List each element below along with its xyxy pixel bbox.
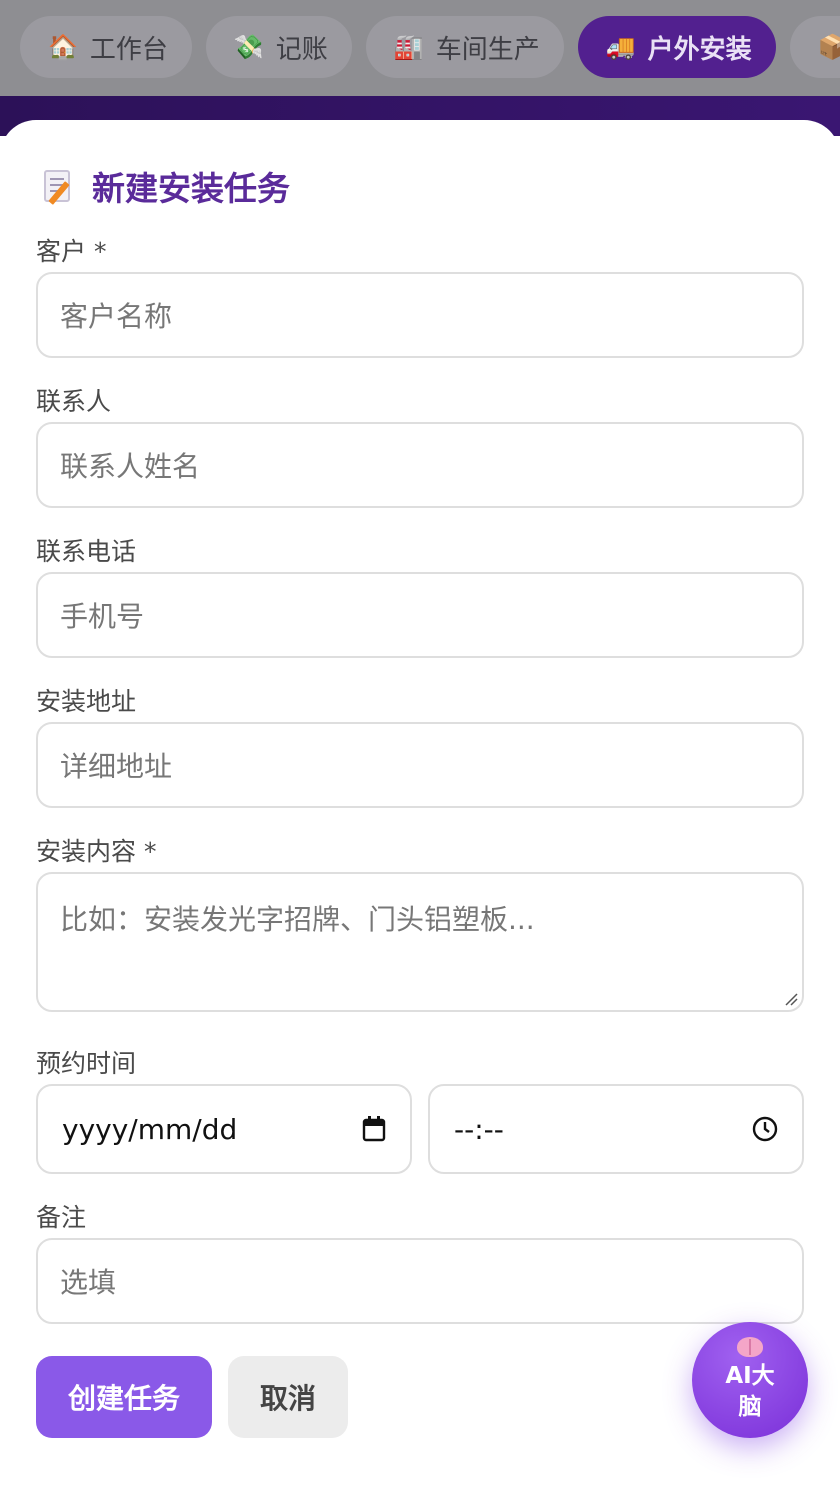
memo-icon [42, 168, 74, 205]
top-nav: 🏠 工作台 💸 记账 🏭 车间生产 🚚 户外安装 📦 [0, 0, 840, 97]
clock-icon[interactable] [752, 1116, 778, 1142]
truck-icon: 🚚 [605, 33, 636, 61]
address-label: 安装地址 [36, 687, 137, 716]
time-input[interactable]: --:-- [428, 1084, 804, 1174]
content-textarea[interactable]: 比如：安装发光字招牌、门头铝塑板... [36, 872, 804, 1012]
calendar-icon[interactable] [362, 1116, 386, 1142]
modal-title: 新建安装任务 [92, 169, 290, 208]
new-task-modal: 新建安装任务 客户 * 客户名称 联系人 联系人姓名 联系电话 手机号 安装地址… [0, 120, 840, 1494]
customer-placeholder: 客户名称 [60, 300, 173, 333]
phone-placeholder: 手机号 [60, 600, 145, 633]
nav-tabs: 🏠 工作台 💸 记账 🏭 车间生产 🚚 户外安装 📦 [20, 16, 840, 78]
brain-icon [737, 1337, 763, 1357]
tab-bookkeeping[interactable]: 💸 记账 [205, 16, 352, 78]
customer-label: 客户 * [36, 237, 107, 266]
modal-header: 新建安装任务 [42, 162, 290, 210]
contact-label: 联系人 [36, 387, 112, 416]
contact-input[interactable]: 联系人姓名 [36, 422, 804, 508]
content-placeholder: 比如：安装发光字招牌、门头铝塑板... [60, 903, 535, 936]
money-icon: 💸 [233, 33, 264, 61]
tab-label: 记账 [275, 34, 328, 65]
date-input[interactable]: yyyy/mm/dd [36, 1084, 412, 1174]
customer-input[interactable]: 客户名称 [36, 272, 804, 358]
notes-input[interactable]: 选填 [36, 1238, 804, 1324]
tab-label: 工作台 [89, 34, 168, 65]
notes-label: 备注 [36, 1203, 87, 1232]
content-label: 安装内容 * [36, 837, 157, 866]
factory-icon: 🏭 [393, 33, 424, 61]
create-task-button[interactable]: 创建任务 [36, 1356, 212, 1438]
ai-brain-button[interactable]: AI大脑 [692, 1322, 808, 1438]
resize-grip-icon[interactable] [784, 992, 798, 1006]
tab-workshop[interactable]: 🏭 车间生产 [365, 16, 564, 78]
address-placeholder: 详细地址 [60, 750, 173, 783]
contact-placeholder: 联系人姓名 [60, 450, 201, 483]
tab-workbench[interactable]: 🏠 工作台 [20, 16, 192, 78]
tab-more[interactable]: 📦 [789, 16, 840, 78]
tab-outdoor-install[interactable]: 🚚 户外安装 [577, 16, 776, 78]
phone-label: 联系电话 [36, 537, 137, 566]
address-input[interactable]: 详细地址 [36, 722, 804, 808]
time-placeholder: --:-- [454, 1112, 504, 1146]
tab-label: 车间生产 [435, 34, 540, 65]
phone-input[interactable]: 手机号 [36, 572, 804, 658]
package-icon: 📦 [817, 33, 840, 61]
ai-brain-label: AI大脑 [725, 1363, 775, 1420]
date-placeholder: yyyy/mm/dd [62, 1112, 238, 1146]
house-icon: 🏠 [48, 33, 78, 61]
cancel-button[interactable]: 取消 [228, 1356, 348, 1438]
notes-placeholder: 选填 [60, 1266, 117, 1299]
tab-label: 户外安装 [647, 34, 752, 65]
schedule-label: 预约时间 [36, 1049, 137, 1078]
